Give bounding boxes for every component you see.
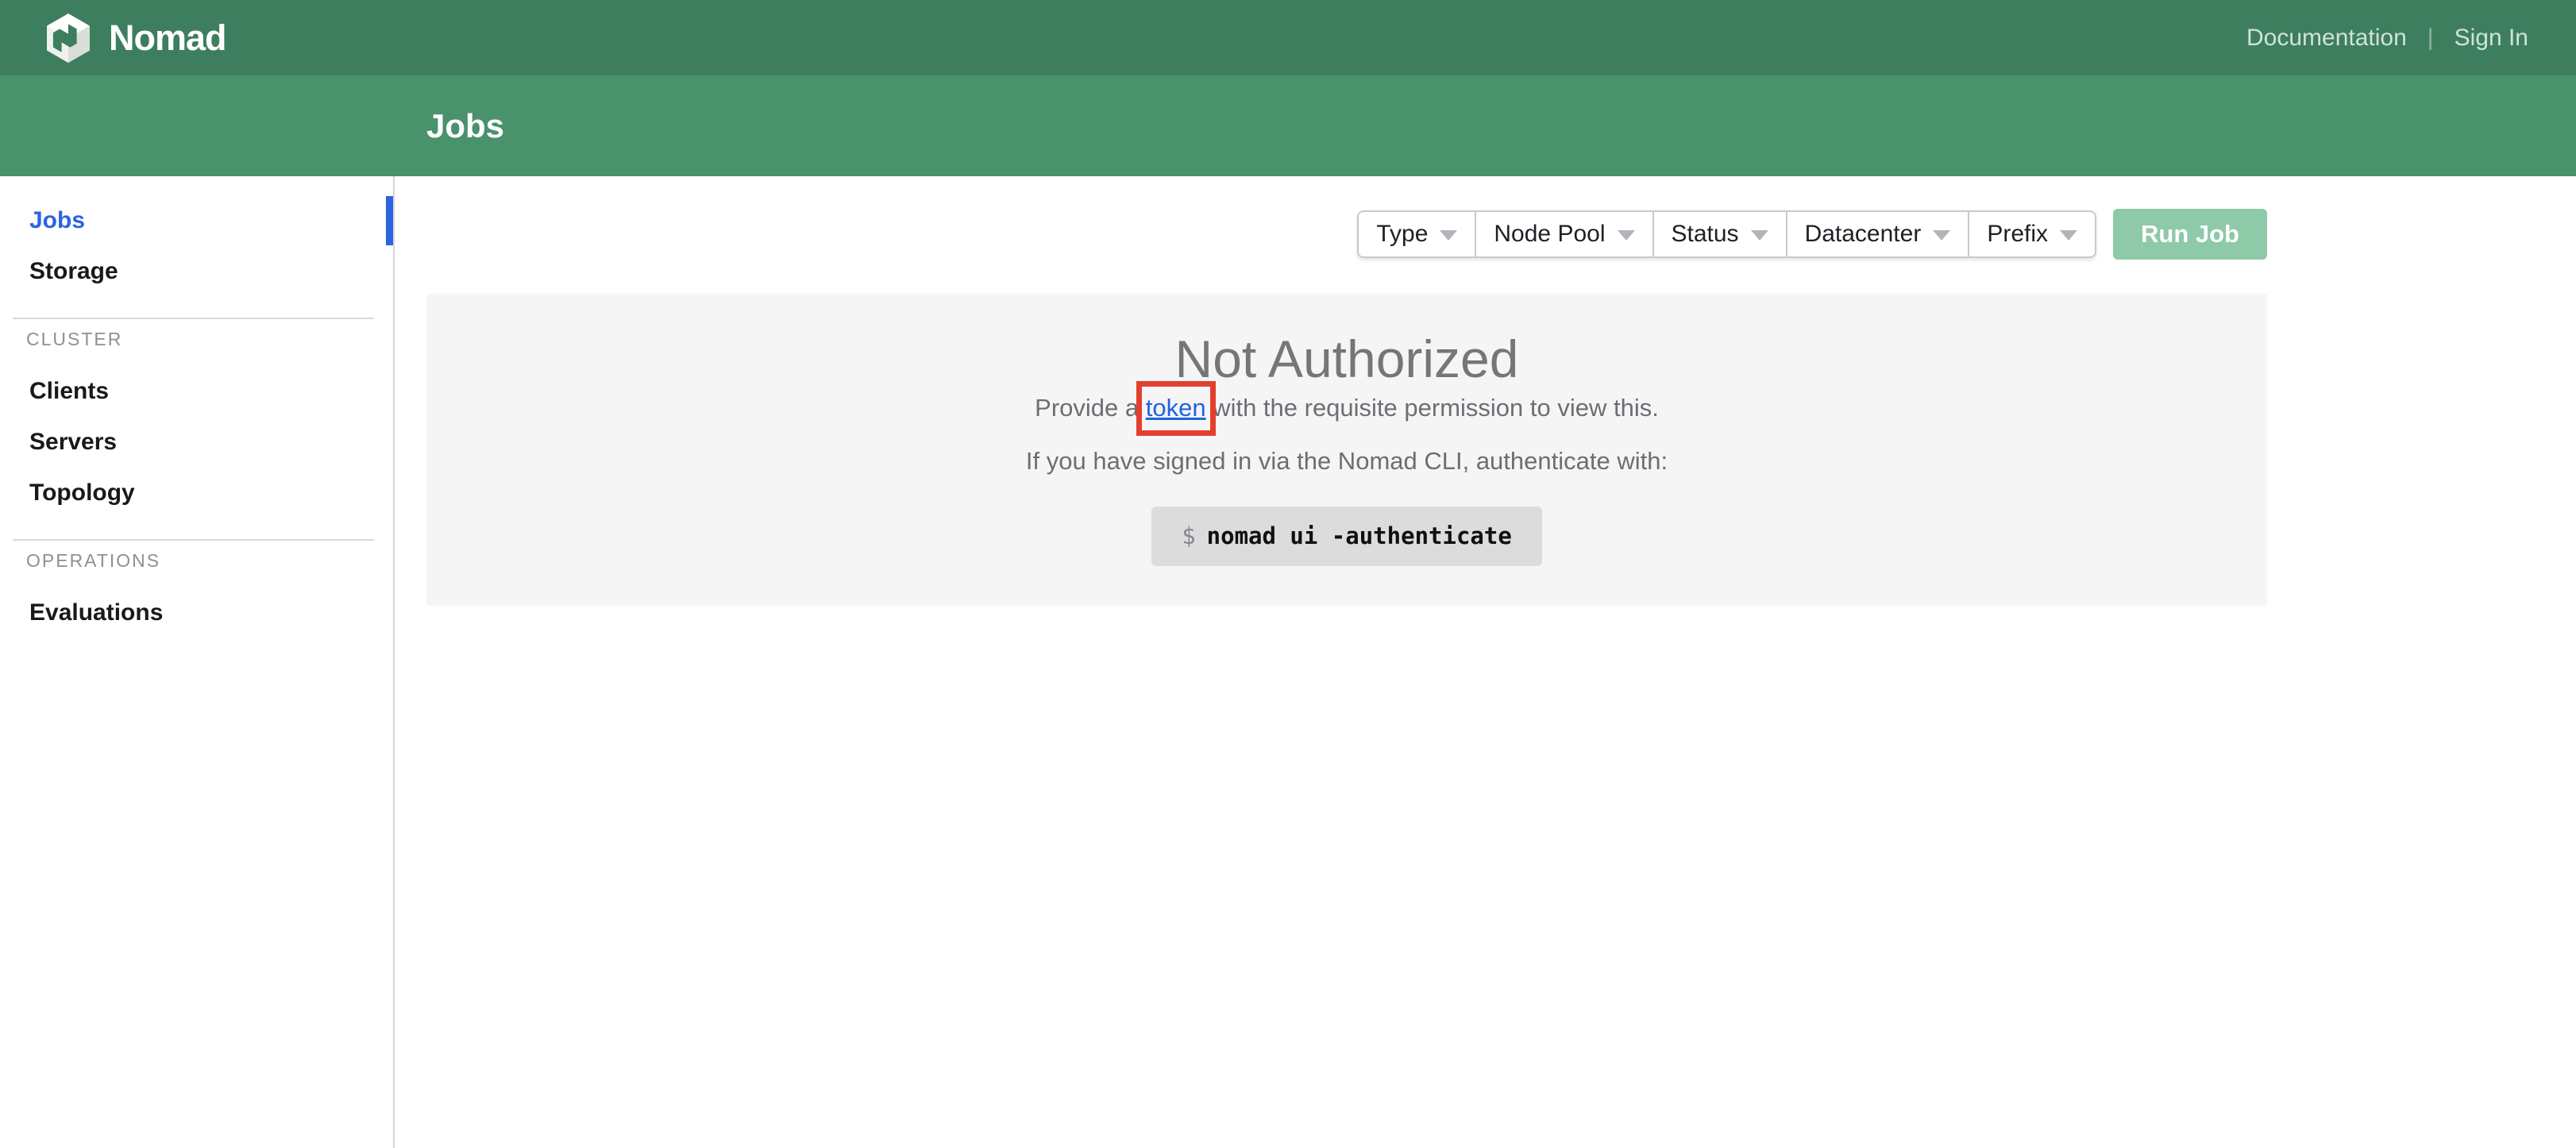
page-header: Jobs: [0, 75, 2576, 176]
jobs-toolbar: Type Node Pool Status Datacenter Prefix: [426, 209, 2267, 260]
token-link[interactable]: token: [1146, 394, 1206, 422]
documentation-link[interactable]: Documentation: [2246, 25, 2407, 52]
filter-type-dropdown[interactable]: Type: [1359, 212, 1476, 256]
chevron-down-icon: [1618, 230, 1635, 241]
sidebar-item-topology[interactable]: Topology: [0, 468, 393, 518]
sidebar-item-jobs[interactable]: Jobs: [0, 195, 393, 246]
sidebar: Jobs Storage CLUSTER Clients Servers Top…: [0, 176, 395, 1148]
filter-label: Datacenter: [1805, 221, 1922, 248]
run-job-button[interactable]: Run Job: [2113, 209, 2267, 260]
nav-separator: |: [2428, 25, 2434, 52]
filter-datacenter-dropdown[interactable]: Datacenter: [1787, 212, 1970, 256]
not-authorized-panel: Not Authorized Provide a token with the …: [426, 294, 2267, 606]
active-indicator: [386, 196, 393, 245]
main-content: Type Node Pool Status Datacenter Prefix: [395, 176, 2576, 1148]
token-message-suffix: with the requisite permission to view th…: [1206, 394, 1659, 422]
sign-in-link[interactable]: Sign In: [2455, 25, 2528, 52]
token-message: Provide a token with the requisite permi…: [426, 394, 2267, 422]
sidebar-item-label: Clients: [29, 378, 109, 405]
sidebar-item-servers[interactable]: Servers: [0, 417, 393, 468]
content-layout: Jobs Storage CLUSTER Clients Servers Top…: [0, 176, 2576, 1148]
filter-node-pool-dropdown[interactable]: Node Pool: [1476, 212, 1653, 256]
filter-prefix-dropdown[interactable]: Prefix: [1969, 212, 2095, 256]
sidebar-section-cluster: CLUSTER: [0, 329, 393, 350]
filter-label: Type: [1376, 221, 1428, 248]
sidebar-item-label: Storage: [29, 258, 118, 285]
filter-label: Status: [1672, 221, 1739, 248]
chevron-down-icon: [2060, 230, 2077, 241]
nomad-logo-icon: [44, 12, 93, 64]
token-message-prefix: Provide a: [1035, 394, 1146, 422]
chevron-down-icon: [1440, 230, 1457, 241]
sidebar-item-label: Servers: [29, 429, 117, 456]
top-nav-bar: Nomad Documentation | Sign In: [0, 0, 2576, 75]
filter-group: Type Node Pool Status Datacenter Prefix: [1357, 210, 2096, 258]
sidebar-item-label: Topology: [29, 480, 135, 507]
filter-label: Node Pool: [1494, 221, 1605, 248]
filter-label: Prefix: [1987, 221, 2048, 248]
filter-status-dropdown[interactable]: Status: [1654, 212, 1787, 256]
sidebar-item-label: Evaluations: [29, 599, 163, 626]
cli-message: If you have signed in via the Nomad CLI,…: [426, 447, 2267, 476]
cli-command: nomad ui -authenticate: [1207, 522, 1512, 549]
sidebar-item-storage[interactable]: Storage: [0, 246, 393, 297]
cli-code-block: $ nomad ui -authenticate: [1151, 507, 1542, 566]
sidebar-divider: [13, 539, 374, 541]
top-nav-links: Documentation | Sign In: [2246, 25, 2528, 52]
sidebar-item-label: Jobs: [29, 207, 85, 234]
chevron-down-icon: [1933, 230, 1950, 241]
shell-prompt: $: [1182, 522, 1195, 549]
chevron-down-icon: [1751, 230, 1768, 241]
sidebar-item-evaluations[interactable]: Evaluations: [0, 587, 393, 638]
page-title: Jobs: [426, 107, 504, 145]
sidebar-section-operations: OPERATIONS: [0, 550, 393, 572]
not-authorized-heading: Not Authorized: [426, 329, 2267, 389]
sidebar-divider: [13, 318, 374, 319]
brand-name: Nomad: [109, 17, 226, 59]
sidebar-item-clients[interactable]: Clients: [0, 366, 393, 417]
nomad-brand[interactable]: Nomad: [44, 12, 226, 64]
